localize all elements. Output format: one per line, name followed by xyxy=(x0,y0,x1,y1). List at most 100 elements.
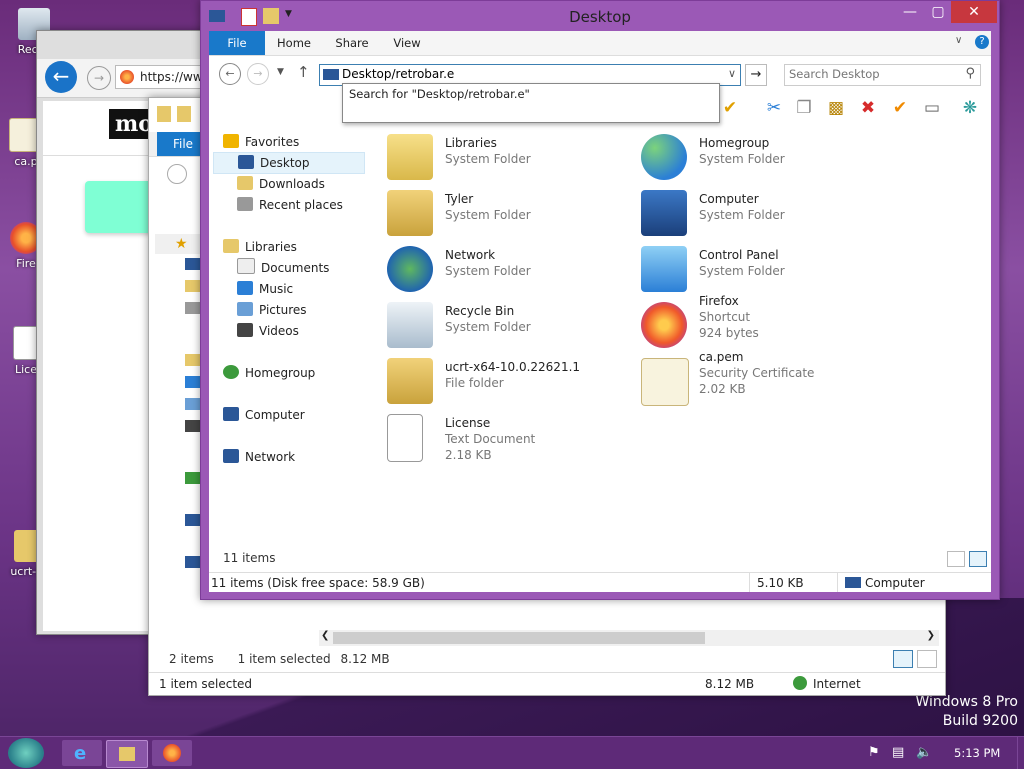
status-divider xyxy=(837,573,838,592)
tab-home[interactable]: Home xyxy=(271,31,317,55)
firefox-icon xyxy=(120,70,134,84)
flag-icon[interactable]: ⚑ xyxy=(868,745,880,760)
suggestion-item[interactable]: Search for "Desktop/retrobar.e" xyxy=(349,87,530,101)
status-size: 5.10 KB xyxy=(757,576,804,590)
file-type: Text Document xyxy=(445,432,536,446)
close-button[interactable]: ✕ xyxy=(951,1,997,23)
file-item-recycle-bin[interactable]: Recycle Bin System Folder xyxy=(387,300,627,354)
recent-icon xyxy=(185,302,201,314)
user-folder-icon xyxy=(387,190,433,236)
file-item-ca-pem[interactable]: ca.pem Security Certificate 2.02 KB xyxy=(641,350,881,410)
address-input[interactable] xyxy=(342,66,712,82)
large-icons-view-button[interactable] xyxy=(917,650,937,668)
nav-music[interactable]: Music xyxy=(237,279,293,299)
details-view-button[interactable] xyxy=(947,551,965,567)
start-button[interactable] xyxy=(8,738,44,768)
go-arrow-icon[interactable]: → xyxy=(745,64,767,86)
window-title: Desktop xyxy=(569,8,631,26)
globe-icon xyxy=(793,676,807,690)
nav-videos[interactable]: Videos xyxy=(237,321,299,341)
help-icon[interactable]: ? xyxy=(975,35,989,49)
nav-pictures[interactable]: Pictures xyxy=(237,300,307,320)
forward-button[interactable]: → xyxy=(247,63,269,85)
back-button[interactable]: ← xyxy=(45,61,77,93)
control-panel-icon xyxy=(641,246,687,292)
nav-pane-strip: ★ xyxy=(155,234,205,254)
search-box[interactable]: ⚲ xyxy=(784,64,981,86)
nav-homegroup[interactable]: Homegroup xyxy=(223,363,315,383)
nav-libraries[interactable]: Libraries xyxy=(223,237,297,257)
properties-icon[interactable]: ▭ xyxy=(921,97,943,119)
arrow-right-icon: → xyxy=(253,67,263,80)
copy-icon[interactable]: ❐ xyxy=(793,97,815,119)
maximize-button[interactable]: ▢ xyxy=(923,1,953,23)
search-input[interactable] xyxy=(789,66,954,82)
select-all-icon[interactable]: ✔ xyxy=(719,97,741,119)
file-name: Network xyxy=(445,248,496,262)
command-toolbar: ✔ ✂ ❐ ▩ ✖ ✔ ▭ ❋ xyxy=(719,93,989,123)
tab-share[interactable]: Share xyxy=(329,31,375,55)
status-size: 8.12 MB xyxy=(340,652,390,666)
large-icons-view-button[interactable] xyxy=(969,551,987,567)
details-view-button[interactable] xyxy=(893,650,913,668)
computer-icon xyxy=(185,514,201,526)
paste-icon[interactable]: ▩ xyxy=(825,97,847,119)
network-icon xyxy=(185,556,201,568)
delete-icon[interactable]: ✖ xyxy=(857,97,879,119)
forward-button[interactable]: → xyxy=(87,66,111,90)
file-item-license[interactable]: License Text Document 2.18 KB xyxy=(387,412,627,466)
back-button[interactable] xyxy=(167,164,187,184)
file-item-tyler[interactable]: Tyler System Folder xyxy=(387,188,627,242)
tab-view[interactable]: View xyxy=(387,31,427,55)
status-summary: 11 items (Disk free space: 58.9 GB) xyxy=(211,576,425,590)
taskbar-internet-explorer[interactable]: e xyxy=(62,740,102,766)
videos-icon xyxy=(237,323,253,337)
scroll-right-icon[interactable]: ❯ xyxy=(927,630,935,641)
nav-documents[interactable]: Documents xyxy=(237,258,329,278)
clock[interactable]: 5:13 PM xyxy=(954,746,1000,760)
nav-computer[interactable]: Computer xyxy=(223,405,305,425)
nav-desktop[interactable]: Desktop xyxy=(213,152,365,174)
back-button[interactable]: ← xyxy=(219,63,241,85)
file-name: Homegroup xyxy=(699,136,770,150)
volume-muted-icon[interactable]: 🔈 xyxy=(916,745,932,760)
nav-downloads[interactable]: Downloads xyxy=(237,174,325,194)
show-desktop-button[interactable] xyxy=(1017,737,1024,769)
title-bar[interactable]: ▼ Desktop — ▢ ✕ xyxy=(201,1,999,31)
taskbar-firefox[interactable] xyxy=(152,740,192,766)
horizontal-scrollbar[interactable]: ❮ ❯ xyxy=(319,630,939,646)
up-arrow-icon[interactable]: ↑ xyxy=(297,63,310,81)
explorer-window[interactable]: ▼ Desktop — ▢ ✕ File Home Share View ∨ ?… xyxy=(200,0,1000,600)
taskbar-file-explorer[interactable] xyxy=(106,740,148,768)
address-suggestion-popup[interactable]: Search for "Desktop/retrobar.e" xyxy=(342,83,720,123)
url-bar[interactable]: https://ww xyxy=(115,65,209,89)
minimize-button[interactable]: — xyxy=(895,1,925,23)
chevron-down-icon[interactable]: ∨ xyxy=(728,67,736,80)
scroll-left-icon[interactable]: ❮ xyxy=(321,630,329,641)
ribbon-expand-icon[interactable]: ∨ xyxy=(955,35,962,46)
status-items: 2 items xyxy=(169,652,214,666)
search-icon[interactable]: ⚲ xyxy=(965,66,975,81)
nav-favorites[interactable]: Favorites xyxy=(223,132,299,152)
libraries-icon xyxy=(223,239,239,253)
file-item-homegroup[interactable]: Homegroup System Folder xyxy=(641,132,881,186)
nav-network[interactable]: Network xyxy=(223,447,295,467)
scrollbar-thumb[interactable] xyxy=(333,632,705,644)
file-item-firefox[interactable]: Firefox Shortcut 924 bytes xyxy=(641,294,881,354)
file-item-network[interactable]: Network System Folder xyxy=(387,244,627,298)
tab-file[interactable]: File xyxy=(209,31,265,55)
cut-icon[interactable]: ✂ xyxy=(763,97,785,119)
star-icon: ★ xyxy=(175,236,188,252)
file-item-control-panel[interactable]: Control Panel System Folder xyxy=(641,244,881,298)
nav-recent[interactable]: Recent places xyxy=(237,195,343,215)
computer-icon xyxy=(845,577,861,588)
documents-icon xyxy=(237,258,255,274)
open-shell-icon[interactable]: ❋ xyxy=(959,97,981,119)
recent-locations-icon[interactable]: ▼ xyxy=(277,67,284,77)
file-item-ucrt[interactable]: ucrt-x64-10.0.22621.1 File folder xyxy=(387,356,627,410)
network-tray-icon[interactable]: ▤ xyxy=(892,745,904,760)
rename-check-icon[interactable]: ✔ xyxy=(889,97,911,119)
file-item-libraries[interactable]: Libraries System Folder xyxy=(387,132,627,186)
file-item-computer[interactable]: Computer System Folder xyxy=(641,188,881,242)
nav-label: Network xyxy=(245,450,296,464)
